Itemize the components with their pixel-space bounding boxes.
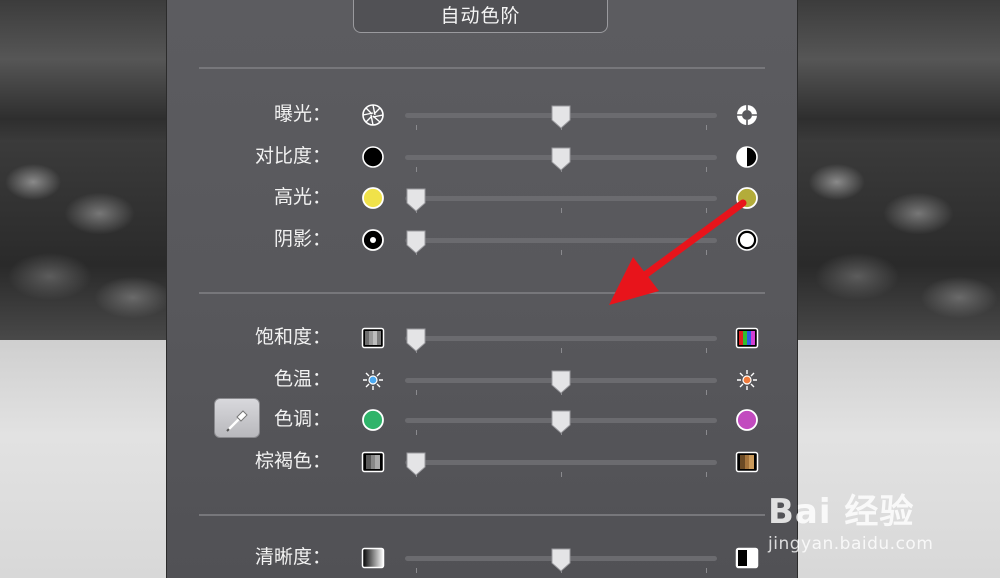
blur-gradient-icon — [735, 547, 759, 569]
separator — [199, 514, 765, 516]
background-photo-left — [0, 0, 166, 578]
slider-thumb[interactable] — [405, 327, 427, 353]
rocks — [0, 140, 166, 350]
slider-label: 清晰度： — [254, 546, 331, 568]
tick — [706, 472, 707, 477]
tick — [706, 125, 707, 130]
dot-circle-icon — [362, 229, 384, 251]
slider-row-sharpness: 清晰度： — [167, 542, 797, 573]
sepia-box-icon — [735, 451, 759, 473]
aperture-open-icon — [737, 105, 757, 125]
tick — [706, 167, 707, 172]
slider-row-sepia: 棕褐色： — [167, 446, 797, 477]
slider-row-contrast: 对比度： — [167, 141, 797, 172]
tick — [561, 348, 562, 353]
tick — [561, 250, 562, 255]
half-circle-icon — [736, 146, 758, 168]
slider-label: 色调： — [273, 408, 331, 430]
beach-sand — [0, 340, 166, 578]
slider-row-temperature: 色温： — [167, 364, 797, 395]
slider-label: 饱和度： — [254, 326, 331, 348]
auto-levels-button[interactable]: 自动色阶 — [353, 0, 608, 33]
watermark-url: jingyan.baidu.com — [768, 534, 934, 554]
slider-label: 对比度： — [254, 145, 331, 167]
tick — [706, 348, 707, 353]
watermark-brand: Bai 经验 — [768, 492, 915, 532]
slider-label: 色温： — [273, 368, 331, 390]
yellow-circle-icon — [362, 187, 384, 209]
black-circle-icon — [362, 146, 384, 168]
slider-label: 棕褐色： — [254, 450, 331, 472]
separator — [199, 67, 765, 69]
slider-thumb[interactable] — [405, 187, 427, 213]
slider-track[interactable] — [405, 460, 717, 465]
slider-thumb[interactable] — [550, 547, 572, 573]
slider-label: 阴影： — [273, 228, 331, 250]
tick — [706, 568, 707, 573]
tick — [416, 125, 417, 130]
slider-track[interactable] — [405, 336, 717, 341]
slider-thumb[interactable] — [405, 451, 427, 477]
tick — [416, 430, 417, 435]
slider-row-saturation: 饱和度： — [167, 322, 797, 353]
sharp-gradient-icon — [361, 547, 385, 569]
orange-sun-icon — [737, 370, 757, 390]
baidu-watermark: Bai 经验 jingyan.baidu.com — [768, 470, 1000, 570]
tick — [561, 472, 562, 477]
color-stripes-icon — [735, 327, 759, 349]
slider-thumb[interactable] — [405, 229, 427, 255]
green-circle-icon — [362, 409, 384, 431]
slider-label: 曝光： — [273, 103, 331, 125]
slider-label: 高光： — [273, 186, 331, 208]
tick — [416, 167, 417, 172]
tick — [561, 208, 562, 213]
red-arrow-annotation — [609, 199, 747, 305]
slider-thumb[interactable] — [550, 409, 572, 435]
blue-sun-icon — [363, 370, 383, 390]
tick — [416, 568, 417, 573]
tick — [706, 390, 707, 395]
gray-stripes-icon — [361, 327, 385, 349]
tick — [706, 430, 707, 435]
magenta-circle-icon — [736, 409, 758, 431]
slider-thumb[interactable] — [550, 369, 572, 395]
slider-row-tint: 色调： — [167, 404, 797, 435]
adjust-panel: 自动色阶 曝光： 对比度： 高光： 阴影： 饱和度： 色温： 色调： 棕褐色： … — [166, 0, 798, 578]
aperture-closed-icon — [362, 104, 384, 126]
slider-thumb[interactable] — [550, 104, 572, 130]
slider-row-exposure: 曝光： — [167, 99, 797, 130]
gray-box-icon — [361, 451, 385, 473]
tick — [416, 390, 417, 395]
rocks — [796, 140, 1000, 350]
slider-thumb[interactable] — [550, 146, 572, 172]
